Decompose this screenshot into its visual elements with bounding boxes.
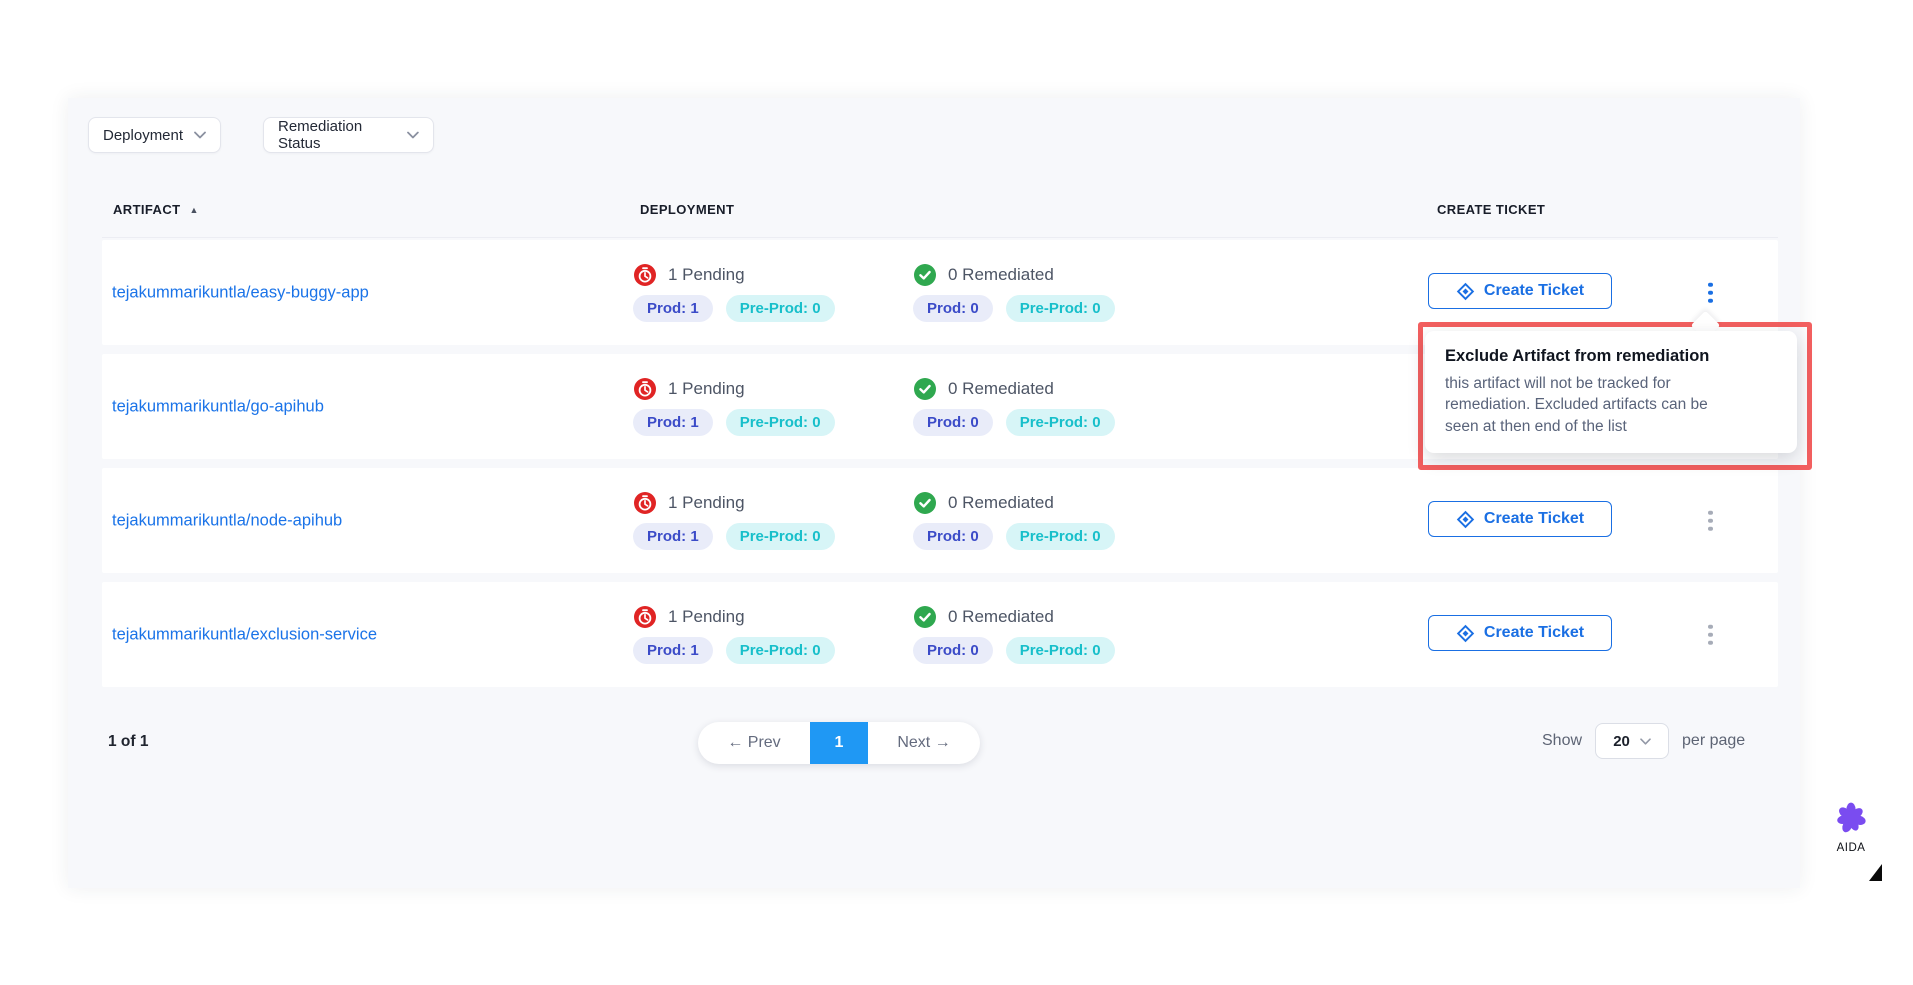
preprod-count-badge: Pre-Prod: 0 xyxy=(726,295,835,322)
aida-widget-launcher[interactable]: AIDA xyxy=(1828,800,1874,854)
remediated-check-icon xyxy=(913,263,937,287)
preprod-count-badge: Pre-Prod: 0 xyxy=(1006,637,1115,664)
remediated-check-icon xyxy=(913,491,937,515)
artifact-link[interactable]: tejakummarikuntla/node-apihub xyxy=(112,511,342,530)
prod-count-badge: Prod: 0 xyxy=(913,409,993,436)
pending-timer-icon xyxy=(633,605,657,629)
tooltip-body: this artifact will not be tracked for re… xyxy=(1445,373,1740,437)
per-page-label: per page xyxy=(1682,732,1745,750)
pending-group: 1 Pending Prod: 1 Pre-Prod: 0 xyxy=(633,377,835,436)
create-ticket-button[interactable]: Create Ticket xyxy=(1428,501,1612,537)
deployment-filter-label: Deployment xyxy=(103,127,183,144)
table-row: tejakummarikuntla/exclusion-service 1 Pe… xyxy=(102,582,1778,687)
table-header-row: ARTIFACT ▲ DEPLOYMENT CREATE TICKET xyxy=(102,192,1778,238)
remediated-check-icon xyxy=(913,605,937,629)
pending-label: 1 Pending xyxy=(668,379,745,399)
remediated-label: 0 Remediated xyxy=(948,379,1054,399)
preprod-count-badge: Pre-Prod: 0 xyxy=(726,523,835,550)
aida-flower-logo xyxy=(1833,800,1869,836)
chevron-down-icon xyxy=(1640,738,1651,745)
prod-count-badge: Prod: 1 xyxy=(633,295,713,322)
artifact-link[interactable]: tejakummarikuntla/exclusion-service xyxy=(112,625,377,644)
page-count-summary: 1 of 1 xyxy=(108,733,148,751)
remediated-group: 0 Remediated Prod: 0 Pre-Prod: 0 xyxy=(913,377,1115,436)
pending-group: 1 Pending Prod: 1 Pre-Prod: 0 xyxy=(633,605,835,664)
preprod-count-badge: Pre-Prod: 0 xyxy=(1006,295,1115,322)
page-size-value: 20 xyxy=(1613,733,1630,750)
remediated-group: 0 Remediated Prod: 0 Pre-Prod: 0 xyxy=(913,263,1115,322)
prev-page-button[interactable]: ← Prev xyxy=(698,734,810,752)
pending-group: 1 Pending Prod: 1 Pre-Prod: 0 xyxy=(633,263,835,322)
pending-group: 1 Pending Prod: 1 Pre-Prod: 0 xyxy=(633,491,835,550)
ticket-diamond-icon xyxy=(1456,624,1475,643)
preprod-count-badge: Pre-Prod: 0 xyxy=(726,409,835,436)
remediated-check-icon xyxy=(913,377,937,401)
aida-label: AIDA xyxy=(1828,842,1874,854)
deployment-filter-dropdown[interactable]: Deployment xyxy=(88,117,221,153)
next-page-button[interactable]: Next → xyxy=(868,734,980,752)
prod-count-badge: Prod: 1 xyxy=(633,409,713,436)
ticket-diamond-icon xyxy=(1456,282,1475,301)
table-row: tejakummarikuntla/node-apihub 1 Pending … xyxy=(102,468,1778,573)
prod-count-badge: Prod: 0 xyxy=(913,523,993,550)
remediated-label: 0 Remediated xyxy=(948,265,1054,285)
artifact-link[interactable]: tejakummarikuntla/easy-buggy-app xyxy=(112,283,369,302)
remediation-status-filter-label: Remediation Status xyxy=(278,118,407,152)
remediated-label: 0 Remediated xyxy=(948,607,1054,627)
pending-timer-icon xyxy=(633,263,657,287)
create-ticket-label: Create Ticket xyxy=(1484,282,1584,300)
column-header-artifact[interactable]: ARTIFACT ▲ xyxy=(113,202,199,217)
row-actions-kebab-menu[interactable] xyxy=(1700,618,1721,651)
create-ticket-button[interactable]: Create Ticket xyxy=(1428,273,1612,309)
pending-timer-icon xyxy=(633,377,657,401)
create-ticket-label: Create Ticket xyxy=(1484,510,1584,528)
pending-label: 1 Pending xyxy=(668,607,745,627)
cursor-artifact xyxy=(1869,864,1882,881)
row-actions-kebab-menu[interactable] xyxy=(1700,276,1721,309)
remediated-group: 0 Remediated Prod: 0 Pre-Prod: 0 xyxy=(913,491,1115,550)
page-size-control: Show 20 per page xyxy=(1542,723,1745,759)
ticket-diamond-icon xyxy=(1456,510,1475,529)
pending-label: 1 Pending xyxy=(668,265,745,285)
create-ticket-label: Create Ticket xyxy=(1484,624,1584,642)
preprod-count-badge: Pre-Prod: 0 xyxy=(1006,409,1115,436)
sort-ascending-icon: ▲ xyxy=(189,205,198,215)
current-page-button[interactable]: 1 xyxy=(810,722,868,764)
create-ticket-button[interactable]: Create Ticket xyxy=(1428,615,1612,651)
chevron-down-icon xyxy=(194,131,206,139)
prod-count-badge: Prod: 1 xyxy=(633,523,713,550)
column-header-create-ticket: CREATE TICKET xyxy=(1437,202,1545,217)
artifact-header-label: ARTIFACT xyxy=(113,202,180,217)
show-label: Show xyxy=(1542,732,1582,750)
remediated-group: 0 Remediated Prod: 0 Pre-Prod: 0 xyxy=(913,605,1115,664)
page-size-select[interactable]: 20 xyxy=(1595,723,1669,759)
remediation-table-card: Deployment Remediation Status ARTIFACT ▲ … xyxy=(68,98,1800,888)
row-actions-kebab-menu[interactable] xyxy=(1700,504,1721,537)
prod-count-badge: Prod: 1 xyxy=(633,637,713,664)
tooltip-title: Exclude Artifact from remediation xyxy=(1445,347,1777,366)
exclude-artifact-tooltip: Exclude Artifact from remediation this a… xyxy=(1425,331,1797,453)
preprod-count-badge: Pre-Prod: 0 xyxy=(726,637,835,664)
chevron-down-icon xyxy=(407,131,419,139)
column-header-deployment: DEPLOYMENT xyxy=(640,202,734,217)
pending-timer-icon xyxy=(633,491,657,515)
remediated-label: 0 Remediated xyxy=(948,493,1054,513)
remediation-status-filter-dropdown[interactable]: Remediation Status xyxy=(263,117,434,153)
prod-count-badge: Prod: 0 xyxy=(913,637,993,664)
pending-label: 1 Pending xyxy=(668,493,745,513)
pagination-control: ← Prev 1 Next → xyxy=(698,722,980,764)
artifact-link[interactable]: tejakummarikuntla/go-apihub xyxy=(112,397,324,416)
preprod-count-badge: Pre-Prod: 0 xyxy=(1006,523,1115,550)
prod-count-badge: Prod: 0 xyxy=(913,295,993,322)
